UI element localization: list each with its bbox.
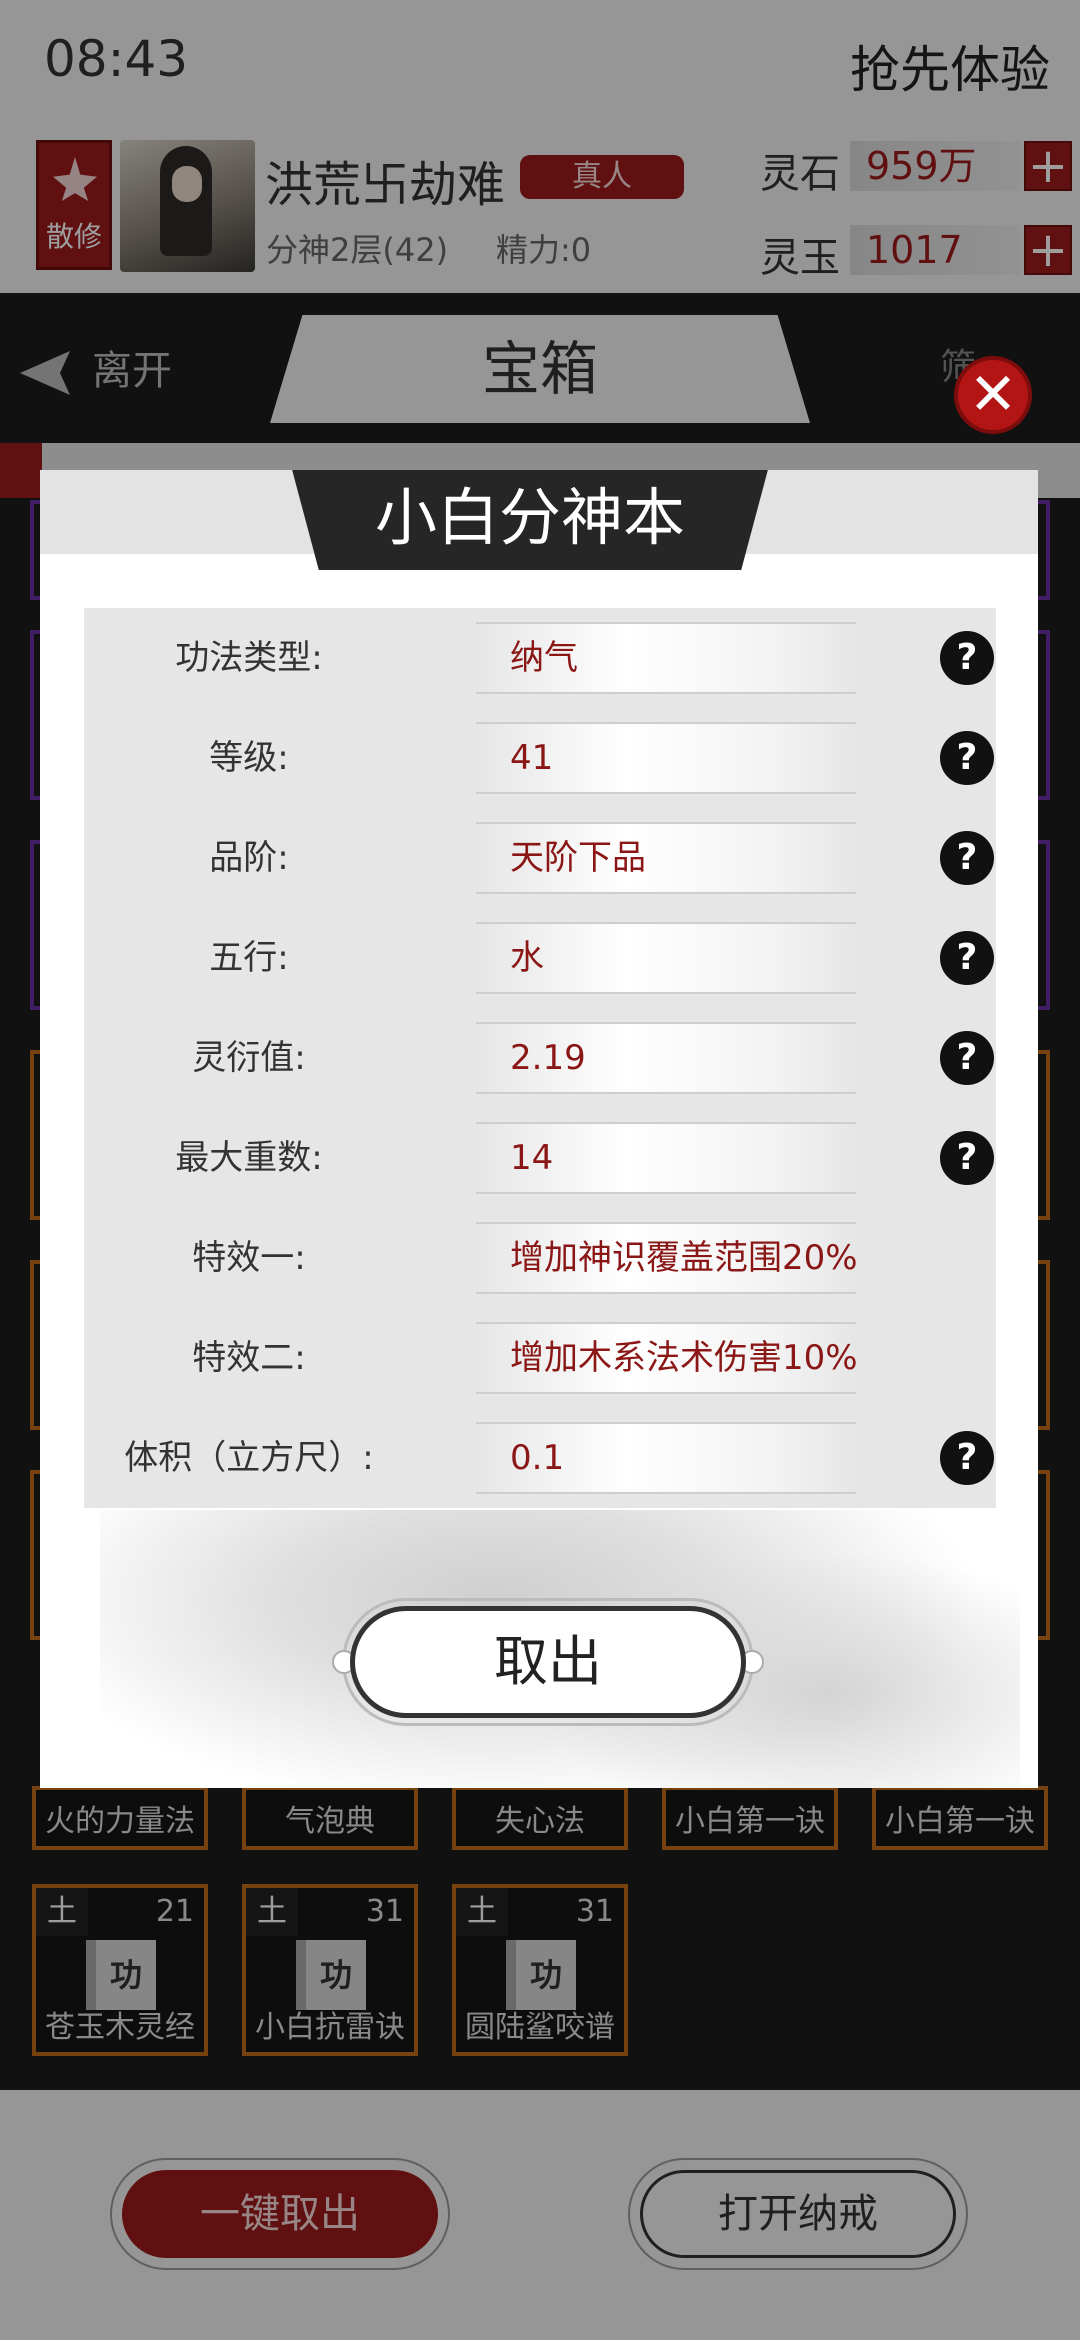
attribute-value: 0.1 xyxy=(510,1438,565,1478)
attribute-key: 特效二: xyxy=(192,1338,306,1378)
attribute-value: 41 xyxy=(510,738,554,778)
attribute-key: 功法类型: xyxy=(175,638,323,678)
help-icon[interactable]: ? xyxy=(940,631,994,685)
item-detail-dialog: 小白分神本 功法类型: 纳气 ? 等级: 41 ? 品阶: 天阶下品 ? 五行:… xyxy=(40,470,1038,1788)
attribute-row: 特效二: 增加木系法术伤害10% xyxy=(84,1308,996,1408)
attribute-value: 纳气 xyxy=(510,638,578,678)
attribute-value: 水 xyxy=(510,938,544,978)
attribute-row: 最大重数: 14 ? xyxy=(84,1108,996,1208)
attribute-value: 天阶下品 xyxy=(510,838,646,878)
attribute-key: 体积（立方尺）: xyxy=(124,1438,374,1478)
help-icon[interactable]: ? xyxy=(940,731,994,785)
attribute-value: 增加木系法术伤害10% xyxy=(510,1338,858,1378)
attribute-row: 灵衍值: 2.19 ? xyxy=(84,1008,996,1108)
attribute-row: 特效一: 增加神识覆盖范围20% xyxy=(84,1208,996,1308)
attribute-table: 功法类型: 纳气 ? 等级: 41 ? 品阶: 天阶下品 ? 五行: 水 ? 灵… xyxy=(84,608,996,1508)
help-icon[interactable]: ? xyxy=(940,1131,994,1185)
attribute-value: 增加神识覆盖范围20% xyxy=(510,1238,858,1278)
help-icon[interactable]: ? xyxy=(940,831,994,885)
attribute-row: 品阶: 天阶下品 ? xyxy=(84,808,996,908)
attribute-value: 14 xyxy=(510,1138,554,1178)
attribute-row: 功法类型: 纳气 ? xyxy=(84,608,996,708)
help-icon[interactable]: ? xyxy=(940,1431,994,1485)
help-icon[interactable]: ? xyxy=(940,1031,994,1085)
attribute-key: 特效一: xyxy=(192,1238,306,1278)
attribute-key: 五行: xyxy=(209,938,289,978)
attribute-row: 五行: 水 ? xyxy=(84,908,996,1008)
attribute-key: 灵衍值: xyxy=(192,1038,306,1078)
take-out-button[interactable]: 取出 xyxy=(350,1606,746,1718)
dialog-title: 小白分神本 xyxy=(374,481,685,554)
help-icon[interactable]: ? xyxy=(940,931,994,985)
attribute-key: 等级: xyxy=(209,738,289,778)
attribute-key: 最大重数: xyxy=(175,1138,323,1178)
close-icon[interactable]: ✕ xyxy=(954,356,1032,434)
attribute-row: 体积（立方尺）: 0.1 ? xyxy=(84,1408,996,1508)
attribute-key: 品阶: xyxy=(209,838,289,878)
attribute-value: 2.19 xyxy=(510,1038,586,1078)
attribute-row: 等级: 41 ? xyxy=(84,708,996,808)
